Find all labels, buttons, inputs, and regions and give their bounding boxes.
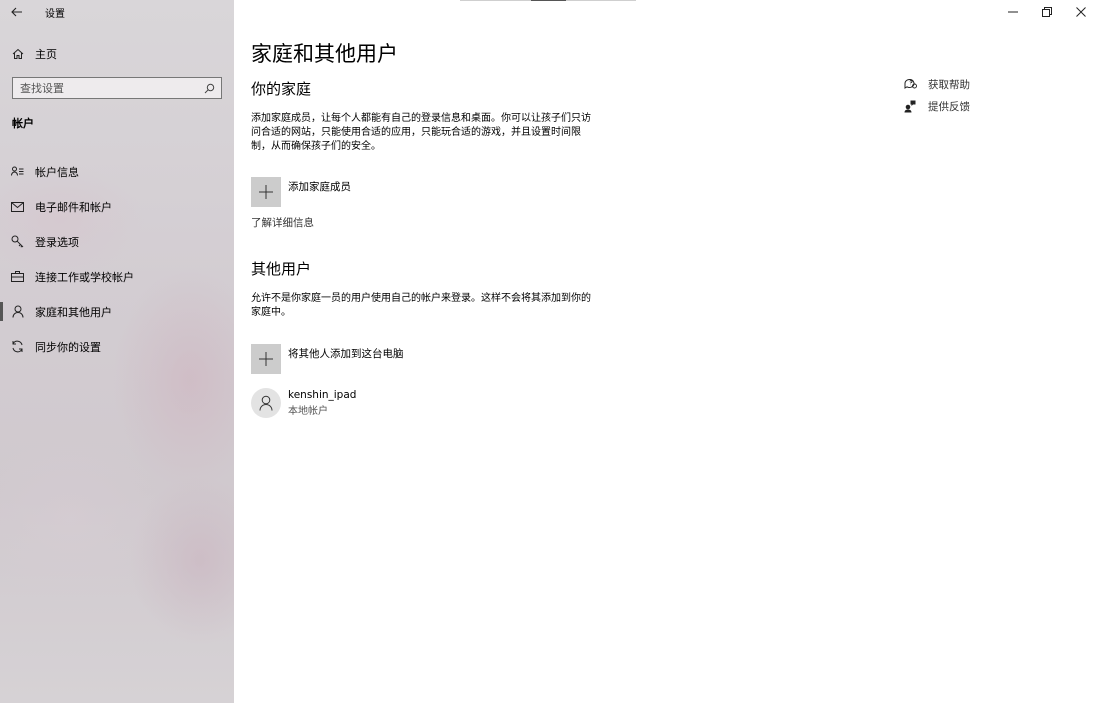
sync-icon [0,340,35,353]
sidebar-item-label: 同步你的设置 [35,340,101,354]
add-other-user-button[interactable]: 将其他人添加到这台电脑 [251,344,404,374]
mail-icon [0,201,35,212]
home-icon [0,48,35,60]
other-users-description: 允许不是你家庭一员的用户使用自己的帐户来登录。这样不会将其添加到你的家庭中。 [251,293,591,318]
plus-icon [259,185,273,199]
close-button[interactable] [1064,0,1098,24]
nav-home-label: 主页 [35,48,57,61]
search-icon[interactable] [204,83,215,94]
chat-help-icon [904,78,928,90]
person-icon [0,305,35,318]
person-card-icon [0,166,35,177]
add-other-user-label: 将其他人添加到这台电脑 [288,348,404,360]
sidebar-item-label: 连接工作或学校帐户 [35,270,134,284]
back-button[interactable] [0,0,34,24]
feedback-icon [904,100,928,113]
add-family-member-label: 添加家庭成员 [288,181,351,193]
learn-more-link[interactable]: 了解详细信息 [251,215,314,230]
back-arrow-icon [11,7,22,17]
sidebar-item-label: 家庭和其他用户 [35,305,112,319]
search-box[interactable] [12,77,222,99]
sidebar-item-label: 帐户信息 [35,165,79,179]
plus-icon [259,352,273,366]
minimize-button[interactable] [996,0,1030,24]
restore-icon [1042,7,1052,17]
add-tile [251,344,281,374]
person-icon [259,395,273,411]
user-text: kenshin_ipad 本地帐户 [288,389,356,417]
nav-home[interactable]: 主页 [0,43,234,65]
user-account-type: 本地帐户 [288,406,328,417]
sidebar-item-sign-in[interactable]: 登录选项 [0,224,234,259]
key-icon [0,235,35,248]
family-heading: 你的家庭 [251,80,312,98]
help-panel: 获取帮助 提供反馈 [904,73,970,117]
title-bar: 设置 [0,0,234,24]
top-indicator-mark [531,0,566,1]
avatar [251,388,281,418]
app-title: 设置 [45,8,65,20]
close-icon [1076,7,1086,17]
search-input[interactable] [20,81,200,95]
sidebar-item-family[interactable]: 家庭和其他用户 [0,294,234,329]
window-controls [996,0,1098,24]
family-description: 添加家庭成员，让每个人都能有自己的登录信息和桌面。你可以让孩子们只访问合适的网站… [251,113,591,152]
nav-list: 帐户信息 电子邮件和帐户 登录选项 连接工作或学校帐户 家庭和其他用户 同步你的… [0,154,234,364]
briefcase-icon [0,271,35,282]
sidebar-item-email[interactable]: 电子邮件和帐户 [0,189,234,224]
user-name: kenshin_ipad [288,389,357,401]
add-tile [251,177,281,207]
get-help-label: 获取帮助 [928,78,970,91]
section-heading: 帐户 [12,117,34,130]
feedback-label: 提供反馈 [928,100,970,113]
sidebar-item-work-school[interactable]: 连接工作或学校帐户 [0,259,234,294]
sidebar-item-account-info[interactable]: 帐户信息 [0,154,234,189]
add-family-member-button[interactable]: 添加家庭成员 [251,177,351,207]
sidebar-item-label: 电子邮件和帐户 [35,200,112,214]
sidebar-item-sync[interactable]: 同步你的设置 [0,329,234,364]
main-content: 家庭和其他用户 你的家庭 添加家庭成员，让每个人都能有自己的登录信息和桌面。你可… [234,0,1098,703]
minimize-icon [1008,11,1018,13]
sidebar: 设置 主页 帐户 [0,0,234,703]
settings-window: 设置 主页 帐户 [0,0,1098,703]
user-entry-kenshin-ipad[interactable]: kenshin_ipad 本地帐户 [251,388,356,418]
restore-button[interactable] [1030,0,1064,24]
sidebar-item-label: 登录选项 [35,235,79,249]
other-users-heading: 其他用户 [251,260,312,278]
page-title: 家庭和其他用户 [251,42,398,66]
feedback-link[interactable]: 提供反馈 [904,95,970,117]
get-help-link[interactable]: 获取帮助 [904,73,970,95]
